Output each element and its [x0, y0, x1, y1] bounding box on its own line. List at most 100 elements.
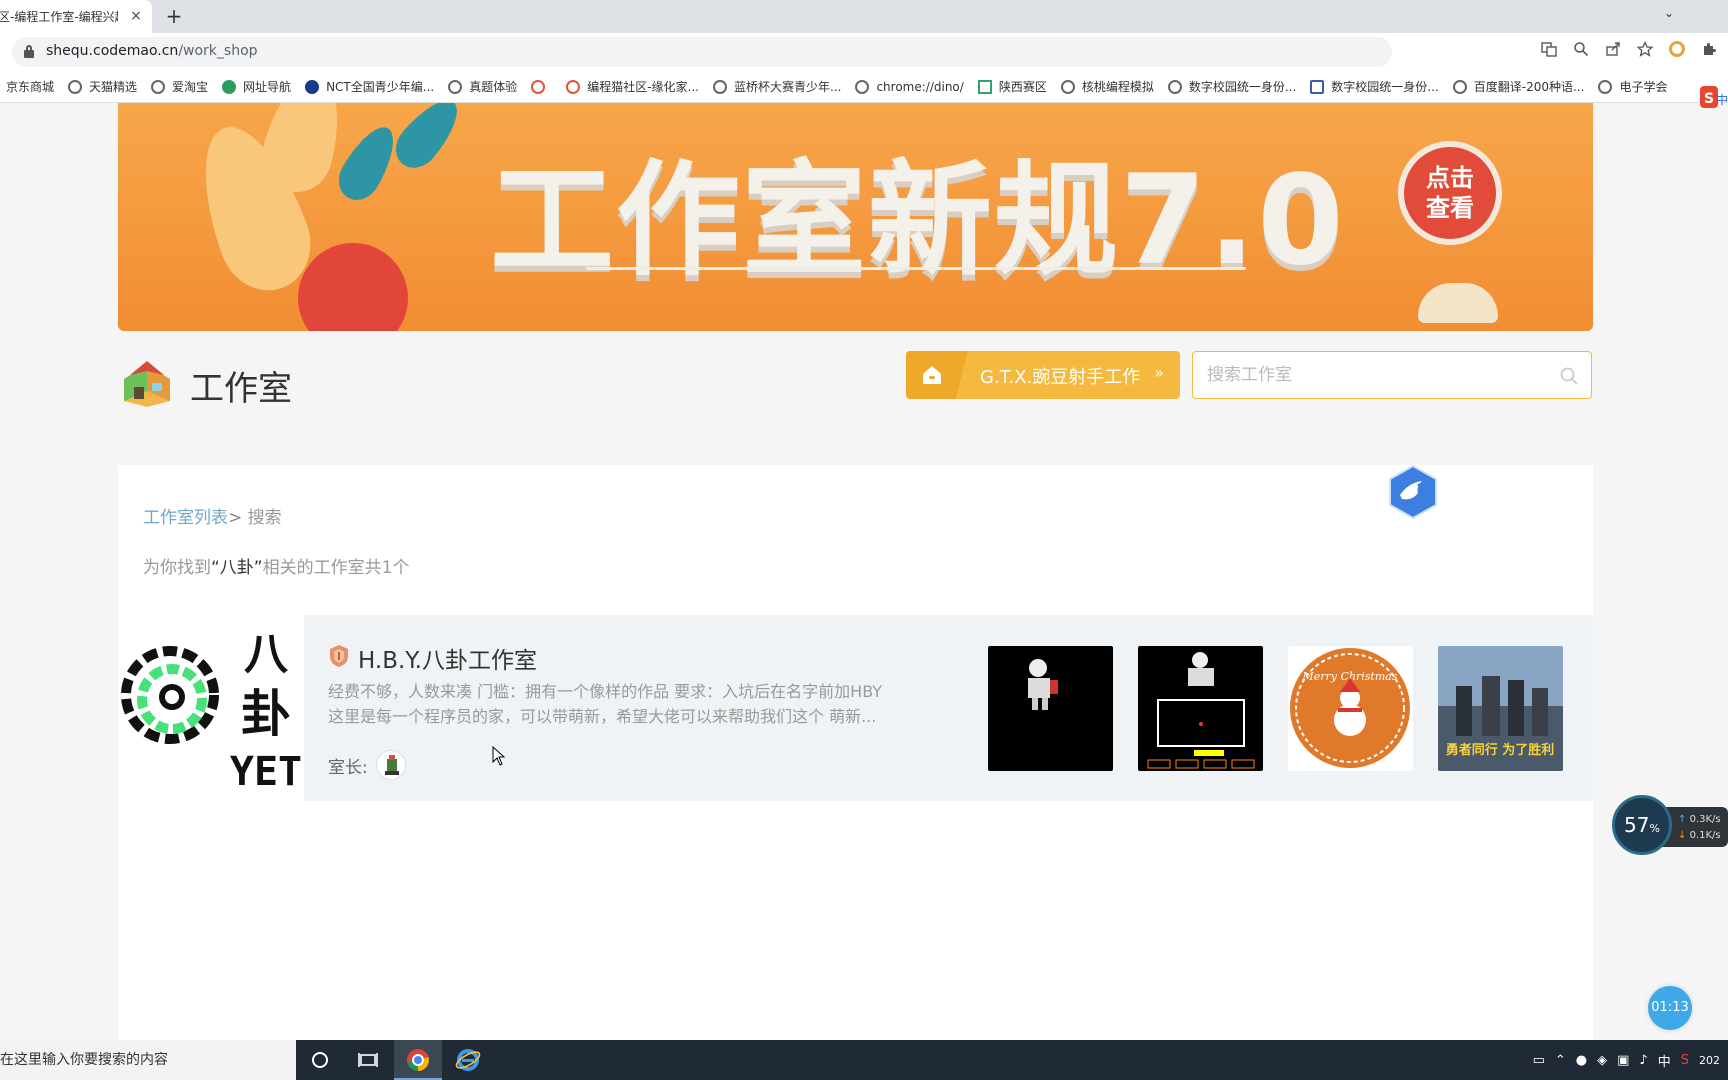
sogou-icon[interactable]: S — [1681, 1053, 1689, 1068]
owner-avatar[interactable] — [375, 750, 406, 780]
bookmark-item[interactable]: 京东商城 — [6, 78, 54, 95]
bookmark-item[interactable]: 百度翻译-200种语... — [1452, 78, 1584, 95]
globe-icon — [1598, 79, 1613, 94]
translate-icon[interactable] — [1540, 41, 1558, 59]
tab-title: 区-编程工作室-编程兴趣 — [0, 10, 118, 24]
bookmark-item[interactable]: 数字校园统一身份... — [1167, 78, 1296, 95]
ime-floating-icon[interactable]: S 中 — [1700, 84, 1728, 112]
bird-badge-icon[interactable] — [1388, 465, 1438, 519]
bookmark-item[interactable]: 数字校园统一身份... — [1310, 78, 1439, 95]
codemao-icon — [531, 79, 546, 94]
svg-text:中: 中 — [1716, 92, 1728, 107]
bookmark-item[interactable]: 天猫精选 — [68, 78, 137, 95]
taskbar-search[interactable]: 在这里输入你要搜索的内容 — [0, 1040, 296, 1080]
bookmark-item[interactable]: chrome://dino/ — [855, 79, 964, 94]
zoom-icon[interactable] — [1572, 41, 1590, 59]
thumbnail-text: 勇者同行 为了胜利 — [1446, 742, 1555, 758]
url-text[interactable]: shequ.codemao.cn/work_shop — [46, 43, 258, 59]
bookmark-item[interactable]: 陕西赛区 — [977, 78, 1047, 95]
chrome-icon[interactable] — [404, 1046, 432, 1074]
bookmark-star-icon[interactable] — [1636, 40, 1654, 59]
announcement-banner[interactable]: 工作室新规7.0 点击 查看 — [118, 103, 1593, 331]
close-tab-icon[interactable]: × — [128, 8, 144, 24]
bookmark-item[interactable]: NCT全国青少年编... — [305, 78, 434, 95]
bookmark-item[interactable]: 核桃编程模拟 — [1060, 78, 1154, 95]
decor-leaf — [330, 118, 406, 208]
network-icon[interactable]: ▣ — [1617, 1053, 1629, 1068]
workshop-owner: 室长: — [328, 750, 406, 780]
tab-search-icon[interactable]: ⌄ — [1664, 6, 1674, 20]
system-tray: ▭ ⌃ ● ◈ ▣ ♪ 中 S 202 — [1533, 1040, 1720, 1080]
bookmark-item[interactable]: 蓝桥杯大赛青少年... — [713, 78, 841, 95]
lock-icon[interactable] — [24, 45, 34, 58]
owner-label: 室长: — [328, 757, 368, 778]
work-thumbnail[interactable] — [988, 646, 1113, 771]
download-speed: 0.1K/s — [1689, 830, 1721, 841]
new-tab-button[interactable]: + — [162, 5, 186, 29]
work-thumbnail[interactable] — [1138, 646, 1263, 771]
globe-icon — [448, 79, 463, 94]
cortana-icon[interactable] — [306, 1046, 334, 1074]
banner-view-button[interactable]: 点击 查看 — [1398, 141, 1502, 245]
chevron-up-icon[interactable]: ⌃ — [1555, 1053, 1566, 1068]
decor-leaf — [386, 103, 470, 177]
timer-badge[interactable]: 01:13 — [1648, 986, 1692, 1030]
my-workshop-label: G.T.X.豌豆射手工作室 — [980, 367, 1140, 388]
banner-underline — [586, 267, 1246, 270]
page-content: 工作室新规7.0 点击 查看 工作室 G.T.X.豌豆射手工作室 » — [0, 103, 1728, 1040]
security-shield-icon[interactable]: ◈ — [1597, 1053, 1607, 1068]
my-workshop-button[interactable]: G.T.X.豌豆射手工作室 » — [906, 351, 1180, 399]
workshop-cover[interactable]: 八 卦 YET — [118, 615, 304, 801]
workshop-card[interactable]: 八 卦 YET H.B.Y.八卦工作室 经费不够，人数来凑 门槛：拥有一个像样的… — [118, 615, 1593, 801]
task-view-icon[interactable] — [354, 1046, 382, 1074]
bookmark-item[interactable]: 网址导航 — [222, 78, 291, 95]
network-monitor-widget[interactable]: ↑ 0.3K/s ↓ 0.1K/s 57% — [1612, 795, 1728, 855]
decor-leaf — [298, 243, 408, 331]
bookmark-item[interactable]: 电子学会 — [1598, 78, 1667, 95]
vue-icon — [977, 79, 992, 94]
workshop-search — [1192, 351, 1592, 399]
windows-taskbar: 在这里输入你要搜索的内容 ▭ ⌃ ● ◈ ▣ ♪ 中 S 202 — [0, 1040, 1728, 1080]
bookmark-item[interactable]: 真题体验 — [448, 78, 517, 95]
breadcrumb: 工作室列表> 搜索 — [143, 503, 282, 528]
share-icon[interactable] — [1604, 41, 1622, 59]
upload-speed: 0.3K/s — [1689, 814, 1721, 825]
breadcrumb-workshop-list[interactable]: 工作室列表 — [143, 508, 228, 528]
workshop-cover-image: 八 卦 YET — [121, 629, 302, 795]
extensions-puzzle-icon[interactable] — [1700, 41, 1718, 59]
bookmark-item[interactable]: 编程猫社区-缘化家... — [566, 78, 699, 95]
decor-cloud — [1418, 283, 1498, 323]
taskbar-clock[interactable]: 202 — [1699, 1054, 1720, 1067]
globe-icon — [1452, 79, 1467, 94]
work-thumbnail[interactable]: 勇者同行 为了胜利 — [1438, 646, 1563, 771]
bookmark-item[interactable]: 爱淘宝 — [151, 78, 208, 95]
ime-indicator[interactable]: 中 — [1658, 1051, 1671, 1070]
workshop-name[interactable]: H.B.Y.八卦工作室 — [358, 641, 537, 675]
extension-circle-icon[interactable] — [1668, 41, 1686, 59]
microphone-icon[interactable]: ● — [1576, 1053, 1587, 1068]
cover-text: YET — [230, 749, 302, 795]
download-arrow-icon: ↓ — [1678, 830, 1690, 841]
banner-headline: 工作室新规7.0 — [490, 149, 1346, 293]
work-thumbnail[interactable]: Merry Christmas — [1288, 646, 1413, 771]
browser-tab[interactable]: 区-编程工作室-编程兴趣 × — [0, 0, 152, 33]
bookmark-item[interactable] — [531, 79, 552, 94]
omnibox[interactable]: shequ.codemao.cn/work_shop — [12, 37, 1392, 67]
search-icon[interactable] — [1559, 366, 1579, 386]
globe-icon — [1167, 79, 1182, 94]
volume-icon[interactable]: ♪ — [1639, 1053, 1647, 1068]
workshop-house-icon — [124, 361, 170, 407]
globe-icon — [713, 79, 727, 94]
nct-icon — [305, 79, 320, 94]
upload-arrow-icon: ↑ — [1678, 814, 1690, 825]
home-icon — [923, 366, 941, 384]
school-icon — [1310, 79, 1325, 94]
search-input[interactable] — [1207, 362, 1547, 388]
input-indicator-icon[interactable]: ▭ — [1533, 1053, 1545, 1068]
mouse-cursor-icon — [492, 746, 506, 766]
globe-icon — [855, 79, 870, 94]
browser-tabstrip: 区-编程工作室-编程兴趣 × + ⌄ — [0, 0, 1728, 33]
result-count: 为你找到“八卦”相关的工作室共1个 — [143, 558, 410, 578]
cover-text: 卦 — [241, 685, 291, 743]
internet-explorer-icon[interactable] — [454, 1046, 482, 1074]
